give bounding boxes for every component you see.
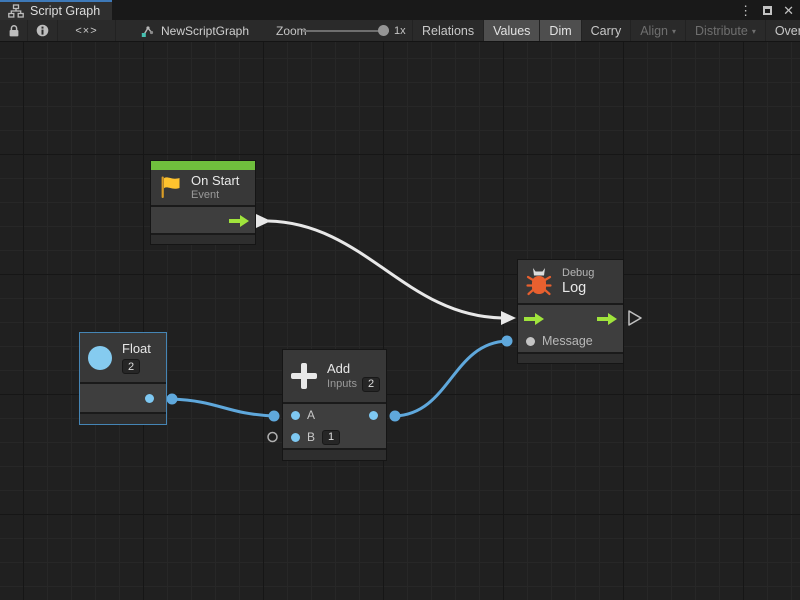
float-literal-icon	[88, 346, 112, 370]
graph-hierarchy-icon	[8, 4, 24, 18]
values-button[interactable]: Values	[484, 20, 540, 41]
node-footer	[151, 235, 255, 244]
window-menu-icon[interactable]: ⋮	[739, 4, 752, 17]
port-row-a: A	[283, 404, 386, 426]
node-footer	[80, 414, 166, 424]
flag-icon	[159, 175, 181, 200]
inputs-label: Inputs	[327, 378, 357, 391]
lock-button[interactable]	[0, 20, 28, 41]
window-maximize-icon[interactable]	[763, 6, 772, 15]
code-icon: <×>	[75, 25, 97, 37]
port-label: B	[307, 430, 315, 444]
node-title: Log	[562, 280, 594, 297]
node-subtitle: Event	[191, 189, 239, 202]
node-title: On Start	[191, 173, 239, 189]
graph-canvas[interactable]	[0, 42, 800, 600]
inspect-button[interactable]	[28, 20, 58, 41]
port-b-value-field[interactable]: 1	[322, 430, 340, 445]
align-dropdown[interactable]: Align ▾	[631, 20, 686, 41]
chevron-down-icon: ▾	[752, 27, 756, 36]
control-output-port[interactable]	[597, 312, 617, 330]
distribute-dropdown[interactable]: Distribute ▾	[686, 20, 766, 41]
node-footer	[518, 354, 623, 363]
relations-button[interactable]: Relations	[413, 20, 484, 41]
node-title: Add	[327, 361, 380, 377]
node-float[interactable]: Float 2	[80, 333, 166, 424]
window-close-icon[interactable]: ✕	[783, 4, 794, 17]
port-label: A	[307, 408, 315, 422]
message-input-port[interactable]	[526, 337, 535, 346]
control-output-port[interactable]	[229, 214, 249, 232]
node-footer	[283, 450, 386, 460]
tab-script-graph[interactable]: Script Graph	[0, 0, 112, 20]
info-icon	[36, 24, 49, 37]
input-port-b[interactable]	[291, 433, 300, 442]
tab-title: Script Graph	[30, 4, 100, 18]
input-port-a[interactable]	[291, 411, 300, 420]
port-row-b: B 1	[283, 426, 386, 448]
carry-button[interactable]: Carry	[582, 20, 632, 41]
zoom-slider-track[interactable]	[303, 30, 389, 32]
node-title: Float	[122, 341, 151, 357]
graph-toolbar: <×> NewScriptGraph Zoom 1x Relations Val…	[0, 20, 800, 42]
node-add[interactable]: Add Inputs 2 A B 1	[283, 350, 386, 460]
value-output-port[interactable]	[145, 394, 154, 403]
node-category: Debug	[562, 267, 594, 280]
float-value-field[interactable]: 2	[122, 359, 140, 374]
zoom-value: 1x	[394, 20, 406, 41]
toolbar-toggle-group: Relations Values Dim Carry Align ▾ Distr…	[412, 20, 800, 41]
graph-name-breadcrumb[interactable]: NewScriptGraph	[140, 20, 249, 41]
control-input-port[interactable]	[524, 312, 544, 330]
overview-button[interactable]: Overview	[766, 20, 800, 41]
port-row-message: Message	[518, 330, 623, 352]
chevron-down-icon: ▾	[672, 27, 676, 36]
script-graph-asset-icon	[140, 24, 154, 38]
event-color-bar	[151, 161, 255, 170]
edit-source-button[interactable]: <×>	[58, 20, 116, 41]
zoom-slider[interactable]	[303, 20, 389, 41]
lock-icon	[8, 24, 20, 38]
port-label: Message	[542, 334, 593, 348]
window-tab-bar: Script Graph ⋮ ✕	[0, 0, 800, 20]
node-on-start[interactable]: On Start Event	[151, 161, 255, 244]
add-operator-icon	[291, 363, 317, 389]
inputs-count-field[interactable]: 2	[362, 377, 380, 392]
dim-button[interactable]: Dim	[540, 20, 581, 41]
bug-icon	[526, 267, 552, 297]
zoom-slider-handle[interactable]	[378, 25, 389, 36]
graph-name-label: NewScriptGraph	[161, 24, 249, 38]
node-debug-log[interactable]: Debug Log Message	[518, 260, 623, 363]
value-output-port[interactable]	[369, 411, 378, 420]
